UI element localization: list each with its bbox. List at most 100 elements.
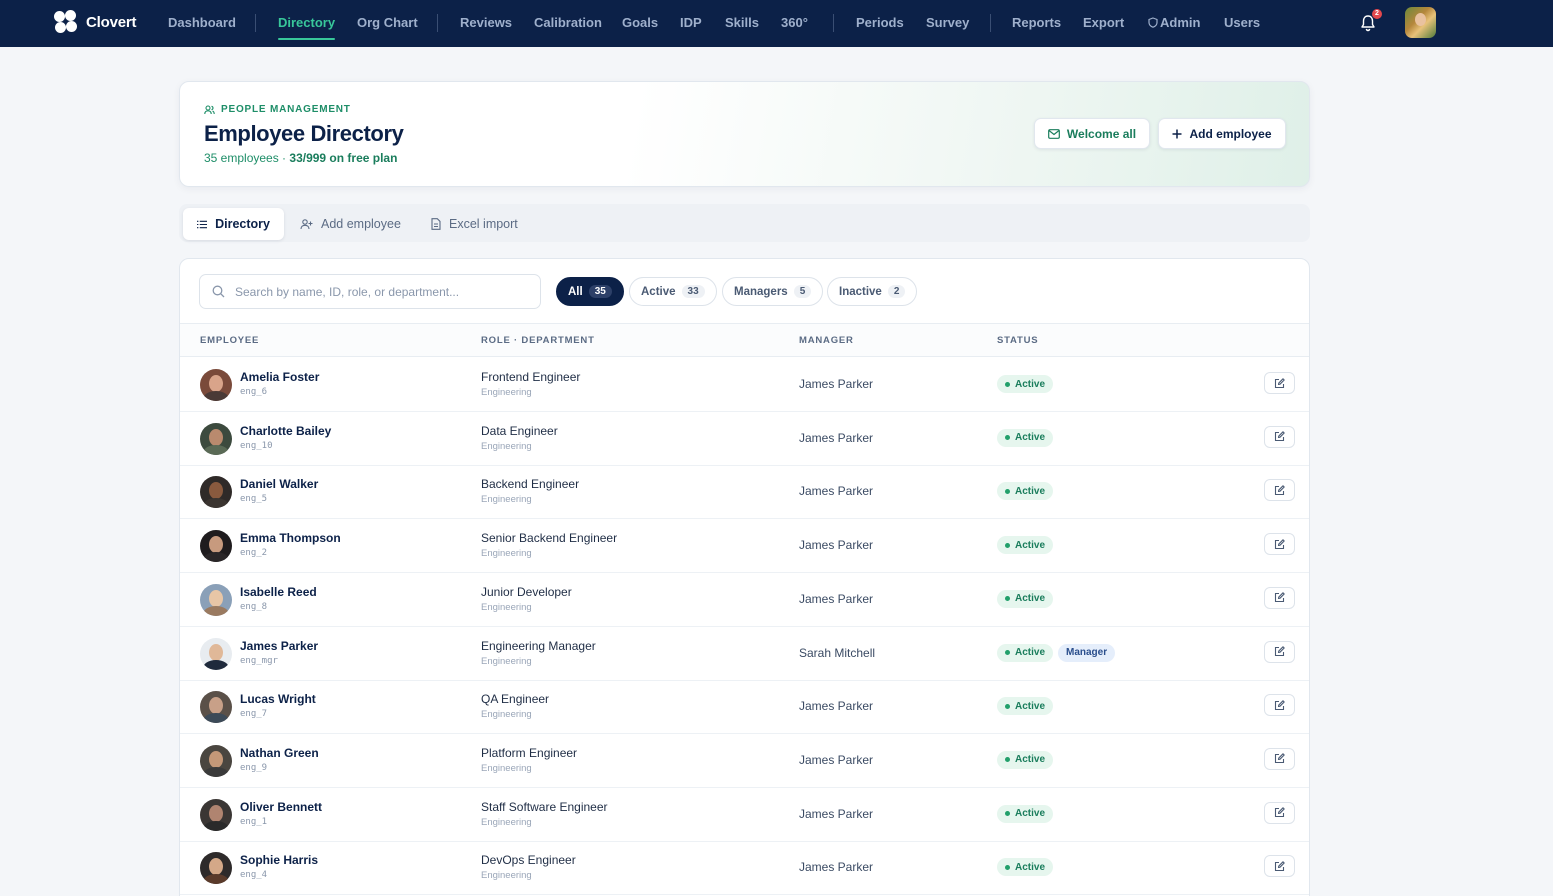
edit-employee-button[interactable] bbox=[1264, 640, 1295, 663]
nav-360[interactable]: 360° bbox=[781, 0, 808, 47]
edit-employee-button[interactable] bbox=[1264, 586, 1295, 609]
search-input[interactable] bbox=[235, 284, 525, 299]
plus-icon bbox=[1172, 129, 1182, 138]
employee-name[interactable]: Amelia Foster bbox=[240, 370, 319, 384]
employee-role: Staff Software Engineer bbox=[481, 799, 608, 814]
employee-department: Engineering bbox=[481, 494, 532, 506]
edit-employee-button[interactable] bbox=[1264, 372, 1295, 394]
table-row[interactable]: Lucas Wright eng_7 QA Engineer Engineering J… bbox=[180, 680, 1309, 735]
table-row[interactable]: James Parker eng_mgr Engineering Manager En… bbox=[180, 627, 1309, 681]
status-badge: Active bbox=[997, 804, 1054, 823]
edit-icon bbox=[1274, 807, 1285, 818]
edit-employee-button[interactable] bbox=[1264, 425, 1295, 448]
manager-badge: Manager bbox=[1058, 643, 1116, 662]
tab-add-employee[interactable]: Add employee bbox=[286, 208, 415, 240]
employee-avatar bbox=[200, 583, 232, 616]
employee-manager: James Parker bbox=[799, 806, 874, 821]
column-status[interactable]: STATUS bbox=[997, 335, 1038, 346]
table-row[interactable]: Oliver Bennett eng_1 Staff Software Engine… bbox=[180, 788, 1309, 842]
nav-directory[interactable]: Directory bbox=[278, 0, 336, 47]
nav-skills[interactable]: Skills bbox=[725, 0, 759, 47]
edit-icon bbox=[1274, 485, 1285, 495]
employee-name[interactable]: Isabelle Reed bbox=[240, 585, 317, 599]
page-header-card: PEOPLE MANAGEMENT Employee Directory 35 … bbox=[179, 81, 1310, 187]
welcome-all-button[interactable]: Welcome all bbox=[1034, 118, 1150, 149]
table-row[interactable]: Daniel Walker eng_5 Backend Engineer Engine… bbox=[180, 465, 1309, 520]
employee-name[interactable]: Oliver Bennett bbox=[240, 800, 322, 814]
employee-name[interactable]: Sophie Harris bbox=[240, 853, 318, 867]
list-icon bbox=[197, 220, 208, 228]
table-row[interactable]: Amelia Foster eng_6 Frontend Engineer Engin… bbox=[180, 358, 1309, 412]
employee-name[interactable]: Daniel Walker bbox=[240, 477, 318, 491]
nav-periods[interactable]: Periods bbox=[856, 0, 904, 47]
eyebrow-label: PEOPLE MANAGEMENT bbox=[221, 104, 351, 115]
nav-users[interactable]: Users bbox=[1224, 0, 1260, 47]
employee-department: Engineering bbox=[481, 440, 532, 452]
edit-employee-button[interactable] bbox=[1264, 479, 1295, 502]
nav-dashboard[interactable]: Dashboard bbox=[168, 0, 236, 47]
section-eyebrow: PEOPLE MANAGEMENT bbox=[204, 104, 351, 115]
edit-employee-button[interactable] bbox=[1264, 855, 1295, 878]
status-label: Active bbox=[1015, 539, 1046, 551]
nav-org-chart[interactable]: Org Chart bbox=[357, 0, 418, 47]
employee-name[interactable]: Lucas Wright bbox=[240, 692, 316, 706]
user-avatar[interactable] bbox=[1405, 7, 1436, 38]
table-row[interactable]: Isabelle Reed eng_8 Junior Developer Engine… bbox=[180, 573, 1309, 627]
employee-name[interactable]: James Parker bbox=[240, 639, 318, 653]
tab-directory[interactable]: Directory bbox=[183, 208, 284, 240]
status-dot-icon bbox=[1005, 703, 1010, 709]
directory-tabs: Directory Add employee Excel import bbox=[179, 204, 1310, 242]
nav-goals[interactable]: Goals bbox=[622, 0, 658, 47]
status-dot-icon bbox=[1005, 864, 1010, 870]
edit-employee-button[interactable] bbox=[1264, 694, 1295, 717]
status-dot-icon bbox=[1005, 542, 1010, 548]
employee-manager: James Parker bbox=[799, 538, 874, 553]
nav-reviews[interactable]: Reviews bbox=[460, 0, 512, 47]
filter-all[interactable]: All 35 bbox=[556, 277, 624, 306]
edit-employee-button[interactable] bbox=[1264, 801, 1295, 824]
employee-department: Engineering bbox=[481, 387, 532, 398]
employee-id: eng_4 bbox=[240, 870, 268, 881]
tab-excel-import[interactable]: Excel import bbox=[417, 208, 532, 240]
filter-all-label: All bbox=[568, 285, 583, 298]
employee-name[interactable]: Charlotte Bailey bbox=[240, 424, 331, 438]
nav-idp[interactable]: IDP bbox=[680, 0, 702, 47]
employee-manager: James Parker bbox=[799, 591, 874, 606]
status-badge: Active bbox=[997, 375, 1054, 393]
employee-department: Engineering bbox=[481, 816, 532, 828]
table-row[interactable]: Nathan Green eng_9 Platform Engineer Engine… bbox=[180, 734, 1309, 788]
status-label: Active bbox=[1015, 647, 1046, 658]
table-row[interactable]: Sophie Harris eng_4 DevOps Engineer Enginee… bbox=[180, 841, 1309, 896]
employee-avatar bbox=[200, 691, 232, 724]
employee-name[interactable]: Nathan Green bbox=[240, 746, 319, 760]
table-row[interactable]: Charlotte Bailey eng_10 Data Engineer Engin… bbox=[180, 412, 1309, 466]
employee-name[interactable]: Emma Thompson bbox=[240, 531, 341, 545]
nav-calibration[interactable]: Calibration bbox=[534, 0, 602, 47]
filter-active[interactable]: Active 33 bbox=[629, 277, 717, 306]
edit-icon bbox=[1274, 377, 1285, 388]
brand[interactable]: Clovert bbox=[54, 10, 136, 34]
column-employee[interactable]: EMPLOYEE bbox=[200, 335, 259, 346]
employee-avatar bbox=[200, 530, 232, 563]
status-badge: Active bbox=[997, 858, 1054, 877]
employee-id: eng_mgr bbox=[240, 655, 278, 666]
add-employee-button[interactable]: Add employee bbox=[1158, 118, 1286, 149]
nav-survey[interactable]: Survey bbox=[926, 0, 969, 47]
employee-id: eng_8 bbox=[240, 601, 268, 612]
nav-divider bbox=[990, 14, 991, 32]
edit-employee-button[interactable] bbox=[1264, 533, 1295, 556]
nav-reports[interactable]: Reports bbox=[1012, 0, 1061, 47]
shield-icon bbox=[1148, 17, 1158, 28]
filter-inactive[interactable]: Inactive 2 bbox=[827, 277, 918, 306]
nav-admin[interactable]: Admin bbox=[1148, 0, 1200, 47]
filter-managers[interactable]: Managers 5 bbox=[722, 277, 824, 306]
search-box[interactable] bbox=[199, 274, 541, 309]
column-manager[interactable]: MANAGER bbox=[799, 335, 854, 346]
employee-role: Junior Developer bbox=[481, 584, 572, 599]
table-row[interactable]: Emma Thompson eng_2 Senior Backend Enginee… bbox=[180, 519, 1309, 574]
filter-active-label: Active bbox=[641, 285, 676, 298]
column-role-department[interactable]: ROLE · DEPARTMENT bbox=[481, 335, 595, 346]
edit-employee-button[interactable] bbox=[1264, 747, 1295, 770]
nav-export[interactable]: Export bbox=[1083, 0, 1124, 47]
brand-name: Clovert bbox=[86, 13, 137, 31]
